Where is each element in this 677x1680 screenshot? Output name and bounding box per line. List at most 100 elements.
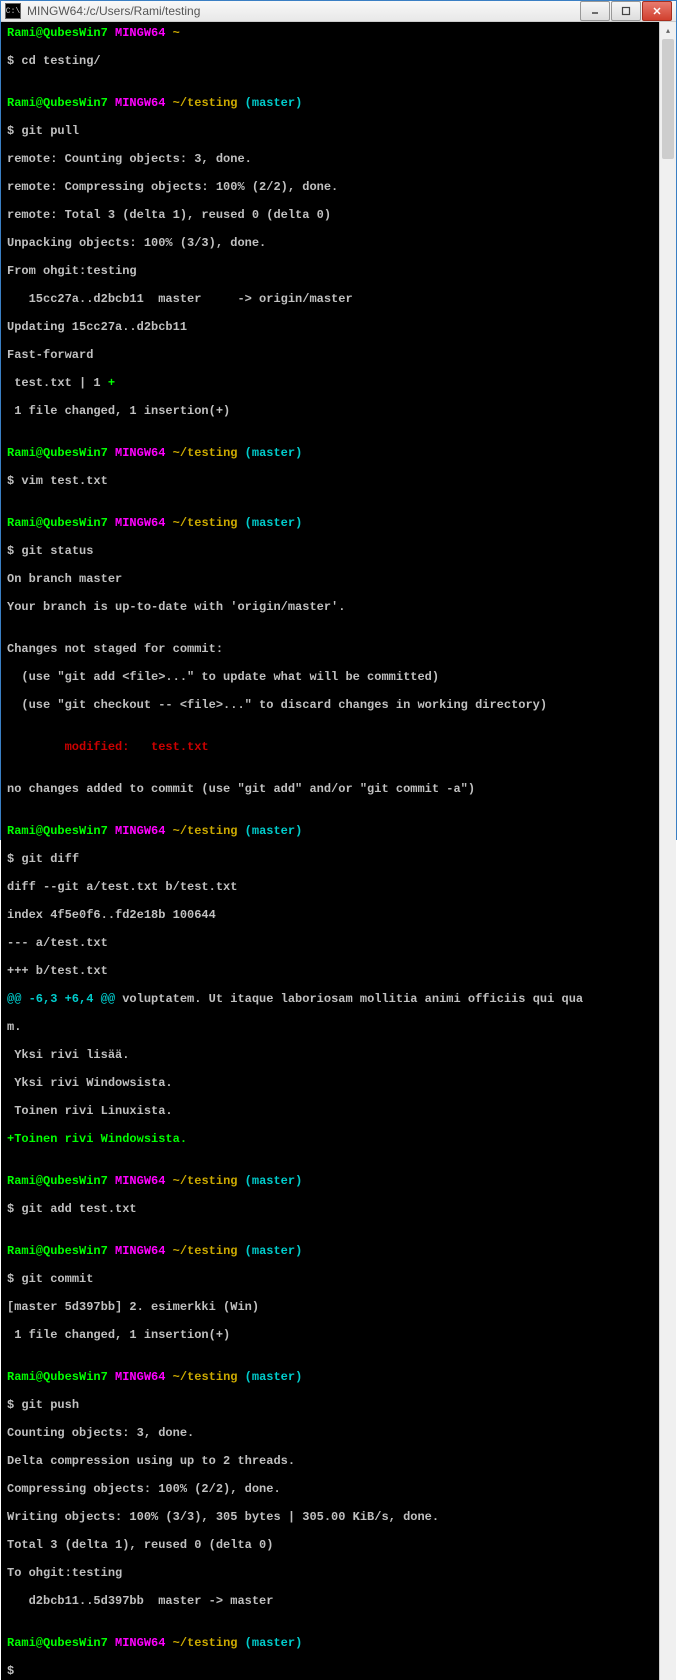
- output-line: remote: Counting objects: 3, done.: [7, 152, 653, 166]
- minimize-button[interactable]: [580, 1, 610, 21]
- vertical-scrollbar[interactable]: ▴: [659, 22, 676, 1680]
- prompt-path: ~/testing: [173, 1244, 238, 1258]
- cmd-vim: vim test.txt: [21, 474, 107, 488]
- prompt-path: ~/testing: [173, 1370, 238, 1384]
- prompt-branch: (master): [245, 96, 303, 110]
- output-line: remote: Compressing objects: 100% (2/2),…: [7, 180, 653, 194]
- prompt-shell: MINGW64: [115, 446, 165, 460]
- prompt-branch: (master): [245, 1636, 303, 1650]
- prompt-path: ~/testing: [173, 1636, 238, 1650]
- prompt-shell: MINGW64: [115, 96, 165, 110]
- output-line: remote: Total 3 (delta 1), reused 0 (del…: [7, 208, 653, 222]
- diff-context: Toinen rivi Linuxista.: [7, 1104, 653, 1118]
- output-line: Total 3 (delta 1), reused 0 (delta 0): [7, 1538, 653, 1552]
- prompt-branch: (master): [245, 516, 303, 530]
- prompt-user: Rami@QubesWin7: [7, 824, 108, 838]
- prompt-symbol: $: [7, 544, 14, 558]
- output-line: d2bcb11..5d397bb master -> master: [7, 1594, 653, 1608]
- prompt-user: Rami@QubesWin7: [7, 1174, 108, 1188]
- prompt-branch: (master): [245, 1370, 303, 1384]
- prompt-path: ~/testing: [173, 446, 238, 460]
- prompt-symbol: $: [7, 54, 14, 68]
- prompt-shell: MINGW64: [115, 1370, 165, 1384]
- output-line: Fast-forward: [7, 348, 653, 362]
- prompt-user: Rami@QubesWin7: [7, 1370, 108, 1384]
- prompt-shell: MINGW64: [115, 1244, 165, 1258]
- output-line: From ohgit:testing: [7, 264, 653, 278]
- output-line: Compressing objects: 100% (2/2), done.: [7, 1482, 653, 1496]
- output-line: Unpacking objects: 100% (3/3), done.: [7, 236, 653, 250]
- cmd-diff: git diff: [21, 852, 79, 866]
- prompt-branch: (master): [245, 824, 303, 838]
- output-line: [master 5d397bb] 2. esimerkki (Win): [7, 1300, 653, 1314]
- diff-header: +++ b/test.txt: [7, 964, 653, 978]
- scroll-up-arrow[interactable]: ▴: [660, 22, 676, 39]
- plus-icon: +: [108, 376, 115, 390]
- prompt-user: Rami@QubesWin7: [7, 96, 108, 110]
- cmd-add: git add test.txt: [21, 1202, 136, 1216]
- diff-context: Yksi rivi lisää.: [7, 1048, 653, 1062]
- prompt-symbol: $: [7, 1664, 14, 1678]
- diff-addition: +Toinen rivi Windowsista.: [7, 1132, 653, 1146]
- diff-header: diff --git a/test.txt b/test.txt: [7, 880, 653, 894]
- cmd-status: git status: [21, 544, 93, 558]
- prompt-shell: MINGW64: [115, 1174, 165, 1188]
- output-line: On branch master: [7, 572, 653, 586]
- scroll-thumb[interactable]: [662, 39, 674, 159]
- prompt-symbol: $: [7, 1202, 14, 1216]
- prompt-shell: MINGW64: [115, 824, 165, 838]
- terminal-output[interactable]: Rami@QubesWin7 MINGW64 ~ $ cd testing/ R…: [1, 22, 659, 1680]
- prompt-user: Rami@QubesWin7: [7, 1636, 108, 1650]
- output-line: Writing objects: 100% (3/3), 305 bytes |…: [7, 1510, 653, 1524]
- cmd-pull: git pull: [21, 124, 79, 138]
- prompt-path: ~/testing: [173, 1174, 238, 1188]
- prompt-path: ~/testing: [173, 516, 238, 530]
- output-line: no changes added to commit (use "git add…: [7, 782, 653, 796]
- prompt-shell: MINGW64: [115, 516, 165, 530]
- output-line: 1 file changed, 1 insertion(+): [7, 1328, 653, 1342]
- diff-context: voluptatem. Ut itaque laboriosam molliti…: [115, 992, 583, 1006]
- prompt-shell: MINGW64: [115, 1636, 165, 1650]
- prompt-symbol: $: [7, 474, 14, 488]
- prompt-path: ~/testing: [173, 96, 238, 110]
- prompt-shell: MINGW64: [115, 26, 165, 40]
- diff-header: --- a/test.txt: [7, 936, 653, 950]
- terminal-area: Rami@QubesWin7 MINGW64 ~ $ cd testing/ R…: [1, 22, 676, 1680]
- prompt-symbol: $: [7, 1272, 14, 1286]
- prompt-user: Rami@QubesWin7: [7, 26, 108, 40]
- output-line: Counting objects: 3, done.: [7, 1426, 653, 1440]
- window-controls: [579, 1, 672, 21]
- diff-context: m.: [7, 1020, 653, 1034]
- terminal-window: C:\ MINGW64:/c/Users/Rami/testing Rami@Q…: [0, 0, 677, 840]
- output-line: (use "git checkout -- <file>..." to disc…: [7, 698, 653, 712]
- prompt-symbol: $: [7, 124, 14, 138]
- window-titlebar[interactable]: C:\ MINGW64:/c/Users/Rami/testing: [1, 1, 676, 22]
- output-line: To ohgit:testing: [7, 1566, 653, 1580]
- cmd-cd: cd testing/: [21, 54, 100, 68]
- output-line: Your branch is up-to-date with 'origin/m…: [7, 600, 653, 614]
- prompt-user: Rami@QubesWin7: [7, 1244, 108, 1258]
- prompt-path: ~/testing: [173, 824, 238, 838]
- output-line: Updating 15cc27a..d2bcb11: [7, 320, 653, 334]
- prompt-user: Rami@QubesWin7: [7, 446, 108, 460]
- cmd-commit: git commit: [21, 1272, 93, 1286]
- app-icon: C:\: [5, 3, 21, 19]
- diff-context: Yksi rivi Windowsista.: [7, 1076, 653, 1090]
- prompt-symbol: $: [7, 1398, 14, 1412]
- cmd-push: git push: [21, 1398, 79, 1412]
- output-line: Delta compression using up to 2 threads.: [7, 1454, 653, 1468]
- close-button[interactable]: [642, 1, 672, 21]
- prompt-branch: (master): [245, 1244, 303, 1258]
- modified-file: modified: test.txt: [7, 740, 653, 754]
- window-title: MINGW64:/c/Users/Rami/testing: [27, 4, 579, 18]
- output-line: (use "git add <file>..." to update what …: [7, 670, 653, 684]
- maximize-button[interactable]: [611, 1, 641, 21]
- output-line: 15cc27a..d2bcb11 master -> origin/master: [7, 292, 653, 306]
- output-line: test.txt | 1: [7, 376, 108, 390]
- prompt-user: Rami@QubesWin7: [7, 516, 108, 530]
- output-line: 1 file changed, 1 insertion(+): [7, 404, 653, 418]
- prompt-path: ~: [173, 26, 180, 40]
- output-line: Changes not staged for commit:: [7, 642, 653, 656]
- diff-hunk: @@ -6,3 +6,4 @@: [7, 992, 115, 1006]
- prompt-symbol: $: [7, 852, 14, 866]
